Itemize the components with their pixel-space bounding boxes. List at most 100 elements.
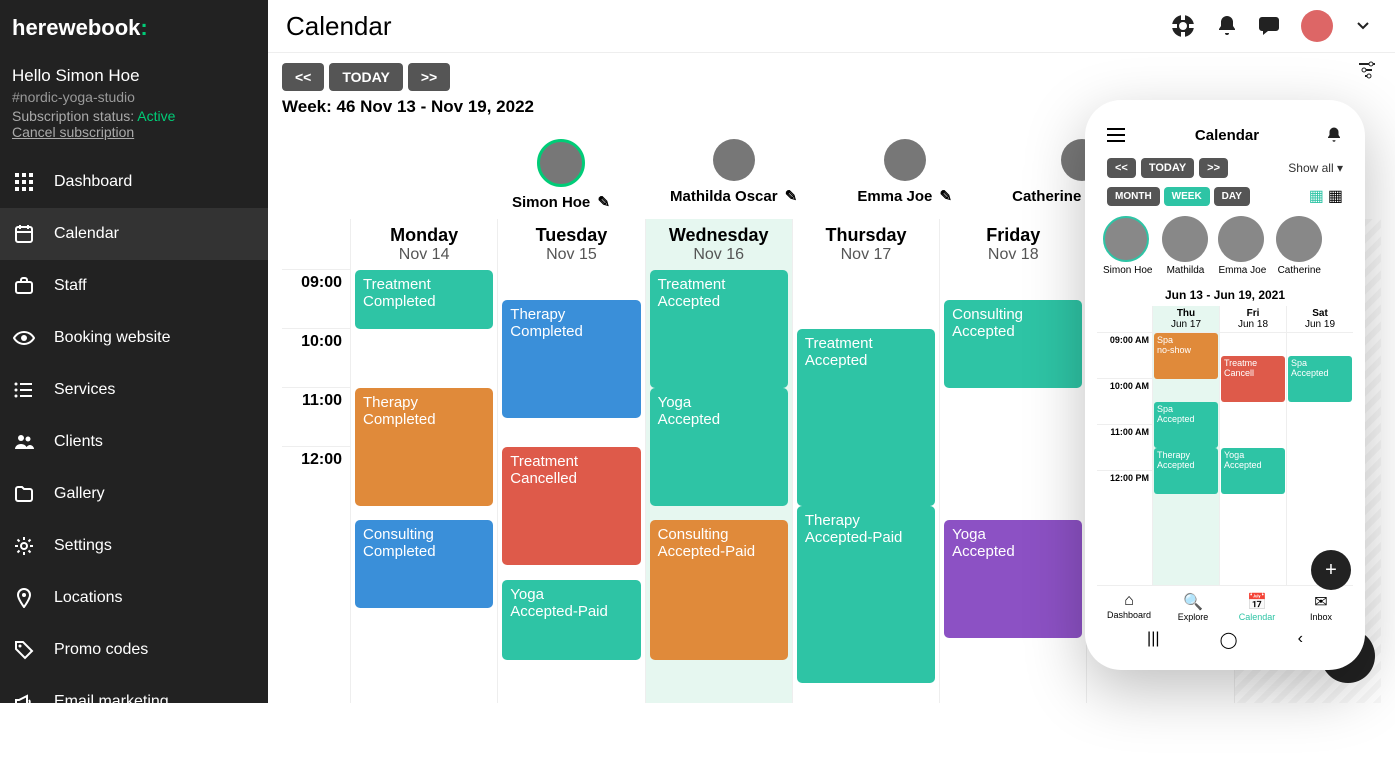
bell-icon[interactable] — [1325, 126, 1343, 144]
day-column[interactable]: TuesdayNov 15 TherapyCompleted TreatmentCa… — [497, 219, 644, 703]
people-icon — [12, 430, 36, 454]
event[interactable]: YogaAccepted — [650, 388, 788, 506]
sidebar-item-settings[interactable]: Settings — [0, 520, 268, 572]
staff-emma-joe[interactable]: Emma Joe ✎ — [857, 139, 952, 211]
phone-event[interactable]: Spano-show — [1154, 333, 1218, 379]
day-column[interactable]: ThursdayNov 17TreatmentAcceptedTherapyAc… — [792, 219, 939, 703]
sidebar-item-booking-website[interactable]: Booking website — [0, 312, 268, 364]
next-button[interactable]: >> — [408, 63, 450, 91]
time-label: 12:00 PM — [1097, 470, 1152, 516]
subscription-status: Subscription status: Active — [12, 108, 256, 124]
page-title: Calendar — [286, 11, 1169, 42]
event[interactable]: ConsultingAccepted — [944, 300, 1082, 388]
sidebar-item-promo-codes[interactable]: Promo codes — [0, 624, 268, 676]
nav-label: Promo codes — [54, 641, 148, 659]
event[interactable]: YogaAccepted-Paid — [502, 580, 640, 660]
sidebar-item-services[interactable]: Services — [0, 364, 268, 416]
handle: #nordic-yoga-studio — [12, 89, 256, 105]
sidebar: herewebook: Hello Simon Hoe #nordic-yoga… — [0, 0, 268, 703]
edit-icon[interactable]: ✎ — [785, 187, 798, 205]
sidebar-item-dashboard[interactable]: Dashboard — [0, 156, 268, 208]
view-day[interactable]: DAY — [1214, 187, 1250, 206]
phone-add-fab[interactable]: + — [1311, 550, 1351, 590]
event[interactable]: TherapyCompleted — [502, 300, 640, 418]
event[interactable]: TherapyCompleted — [355, 388, 493, 506]
sidebar-item-calendar[interactable]: Calendar — [0, 208, 268, 260]
phone-nav-calendar[interactable]: 📅Calendar — [1225, 592, 1289, 622]
view-month[interactable]: MONTH — [1107, 187, 1160, 206]
time-label: 09:00 AM — [1097, 332, 1152, 378]
event[interactable]: TreatmentCancelled — [502, 447, 640, 565]
day-column[interactable]: MondayNov 14TreatmentCompletedTherapyCom… — [350, 219, 497, 703]
user-avatar[interactable] — [1301, 10, 1333, 42]
chevron-down-icon[interactable] — [1349, 12, 1377, 40]
prev-button[interactable]: << — [282, 63, 324, 91]
phone-staff[interactable]: Emma Joe — [1218, 216, 1266, 276]
sidebar-item-staff[interactable]: Staff — [0, 260, 268, 312]
phone-event[interactable]: TreatmeCancell — [1221, 356, 1285, 402]
chat-icon[interactable] — [1257, 12, 1285, 40]
sidebar-item-clients[interactable]: Clients — [0, 416, 268, 468]
phone-nav-inbox[interactable]: ✉Inbox — [1289, 592, 1353, 622]
cancel-subscription-link[interactable]: Cancel subscription — [12, 124, 256, 140]
event[interactable]: TherapyAccepted-Paid — [797, 506, 935, 683]
staff-simon-hoe[interactable]: Simon Hoe ✎ — [512, 139, 610, 211]
main: Calendar << TODAY >> Week: 46 Nov 13 - N… — [268, 0, 1395, 703]
time-label: 09:00 — [282, 269, 350, 328]
phone-staff[interactable]: Mathilda — [1162, 216, 1208, 276]
event[interactable]: YogaAccepted — [944, 520, 1082, 638]
phone-day-column[interactable]: FriJun 18TreatmeCancellYogaAccepted — [1219, 306, 1286, 585]
phone-next-button[interactable]: >> — [1199, 158, 1228, 178]
nav-label: Clients — [54, 433, 103, 451]
phone-system-nav: |||◯‹ — [1097, 622, 1353, 658]
sidebar-item-locations[interactable]: Locations — [0, 572, 268, 624]
phone-date-range: Jun 13 - Jun 19, 2021 — [1097, 284, 1353, 306]
calendar-view-icon[interactable]: ▦ — [1309, 186, 1324, 206]
day-header: FridayNov 18 — [940, 219, 1086, 270]
phone-prev-button[interactable]: << — [1107, 158, 1136, 178]
event[interactable]: ConsultingCompleted — [355, 520, 493, 608]
phone-day-column[interactable]: ThuJun 17Spano-showSpaAcceptedTherapyAcc… — [1152, 306, 1219, 585]
day-header: TuesdayNov 15 — [498, 219, 644, 270]
phone-nav-explore[interactable]: 🔍Explore — [1161, 592, 1225, 622]
event[interactable]: TreatmentAccepted — [650, 270, 788, 388]
gear-icon — [12, 534, 36, 558]
event[interactable]: TreatmentCompleted — [355, 270, 493, 329]
logo: herewebook: — [0, 0, 268, 56]
time-label: 10:00 AM — [1097, 378, 1152, 424]
phone-event[interactable]: SpaAccepted — [1154, 402, 1218, 448]
collapse-sidebar-button[interactable] — [0, 728, 268, 768]
day-column[interactable]: FridayNov 18 ConsultingAccepted YogaAccept… — [939, 219, 1086, 703]
list-icon — [12, 378, 36, 402]
time-column: 09:0010:0011:0012:00 — [282, 219, 350, 703]
phone-staff[interactable]: Simon Hoe — [1103, 216, 1152, 276]
sidebar-item-gallery[interactable]: Gallery — [0, 468, 268, 520]
show-all-dropdown[interactable]: Show all ▾ — [1288, 161, 1343, 175]
edit-icon[interactable]: ✎ — [597, 193, 610, 211]
view-week[interactable]: WEEK — [1164, 187, 1210, 206]
filter-icon[interactable] — [1357, 60, 1377, 80]
staff-name: Simon Hoe ✎ — [512, 193, 610, 211]
bell-icon[interactable] — [1213, 12, 1241, 40]
today-button[interactable]: TODAY — [329, 63, 402, 91]
nav: DashboardCalendarStaffBooking website Ser… — [0, 156, 268, 728]
phone-event[interactable]: YogaAccepted — [1221, 448, 1285, 494]
staff-name: Emma Joe ✎ — [857, 187, 952, 205]
staff-mathilda-oscar[interactable]: Mathilda Oscar ✎ — [670, 139, 797, 211]
nav-label: Email marketing — [54, 693, 169, 711]
event[interactable]: TreatmentAccepted — [797, 329, 935, 506]
hamburger-icon[interactable] — [1107, 128, 1129, 142]
phone-event[interactable]: SpaAccepted — [1288, 356, 1352, 402]
edit-icon[interactable]: ✎ — [940, 187, 953, 205]
phone-day-column[interactable]: SatJun 19SpaAccepted — [1286, 306, 1353, 585]
day-column[interactable]: WednesdayNov 16TreatmentAcceptedYogaAcce… — [645, 219, 792, 703]
nav-label: Services — [54, 381, 115, 399]
event[interactable]: ConsultingAccepted-Paid — [650, 520, 788, 660]
phone-staff[interactable]: Catherine — [1276, 216, 1322, 276]
phone-event[interactable]: TherapyAccepted — [1154, 448, 1218, 494]
phone-today-button[interactable]: TODAY — [1141, 158, 1194, 178]
phone-nav-dashboard[interactable]: ⌂Dashboard — [1097, 592, 1161, 622]
sidebar-item-email-marketing[interactable]: Email marketing — [0, 676, 268, 728]
grid-view-icon[interactable]: ▦ — [1328, 186, 1343, 206]
help-icon[interactable] — [1169, 12, 1197, 40]
